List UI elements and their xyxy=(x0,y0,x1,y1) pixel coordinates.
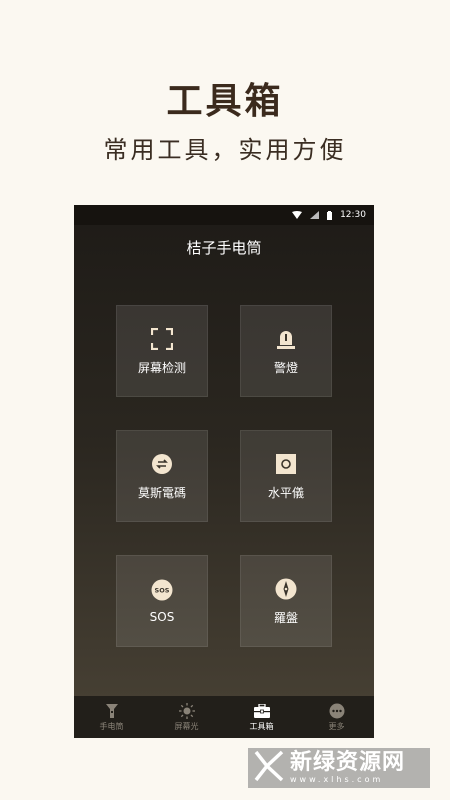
compass-icon xyxy=(274,577,298,601)
tool-label: 水平儀 xyxy=(267,485,304,500)
screen-test-icon xyxy=(150,327,174,351)
tool-label: 莫斯電碼 xyxy=(137,485,186,500)
watermark: 新绿资源网 www.xlhs.com xyxy=(248,748,430,788)
more-icon xyxy=(329,703,345,719)
tab-flashlight[interactable]: 手电筒 xyxy=(74,696,149,738)
promo-subtitle: 常用工具，实用方便 xyxy=(103,136,347,164)
tab-toolbox[interactable]: 工具箱 xyxy=(224,696,299,738)
tool-morse-code[interactable]: 莫斯電碼 xyxy=(116,430,208,522)
watermark-url: www.xlhs.com xyxy=(290,775,384,784)
level-icon xyxy=(274,452,298,476)
tool-label: SOS xyxy=(149,610,175,624)
promo-title: 工具箱 xyxy=(166,81,284,122)
tool-sos[interactable]: SOS SOS xyxy=(116,555,208,647)
bottom-tab-bar: 手电筒 屏幕光 工具箱 更多 xyxy=(74,696,374,738)
status-time: 12:30 xyxy=(340,210,366,220)
app-title: 桔子手电筒 xyxy=(186,239,262,257)
toolbox-icon xyxy=(253,703,270,719)
alarm-light-icon xyxy=(274,327,298,351)
tab-label: 更多 xyxy=(328,721,345,731)
svg-text:SOS: SOS xyxy=(155,587,170,595)
flashlight-icon xyxy=(105,703,118,719)
tab-label: 手电筒 xyxy=(99,721,124,731)
tab-label: 工具箱 xyxy=(249,721,274,731)
sun-icon xyxy=(178,702,195,719)
tool-compass[interactable]: 羅盤 xyxy=(240,555,332,647)
tab-more[interactable]: 更多 xyxy=(299,696,374,738)
wifi-icon xyxy=(292,211,303,219)
tool-screen-test[interactable]: 屏幕检测 xyxy=(116,305,208,397)
tool-label: 警燈 xyxy=(273,360,298,375)
watermark-logo-icon xyxy=(254,750,284,786)
tab-label: 屏幕光 xyxy=(174,721,199,731)
phone-screen: 12:30 桔子手电筒 屏幕检测 警燈 莫斯電碼 水平儀 SOS SOS 羅盤 … xyxy=(74,205,374,738)
tool-level[interactable]: 水平儀 xyxy=(240,430,332,522)
tool-alarm-light[interactable]: 警燈 xyxy=(240,305,332,397)
watermark-text: 新绿资源网 xyxy=(290,750,406,775)
tool-label: 羅盤 xyxy=(273,610,298,625)
battery-icon xyxy=(327,210,333,220)
status-bar: 12:30 xyxy=(74,205,374,225)
signal-icon xyxy=(310,211,320,219)
tool-label: 屏幕检测 xyxy=(137,360,186,375)
morse-code-icon xyxy=(150,452,174,476)
sos-icon: SOS xyxy=(150,578,174,602)
tab-screen-light[interactable]: 屏幕光 xyxy=(149,696,224,738)
